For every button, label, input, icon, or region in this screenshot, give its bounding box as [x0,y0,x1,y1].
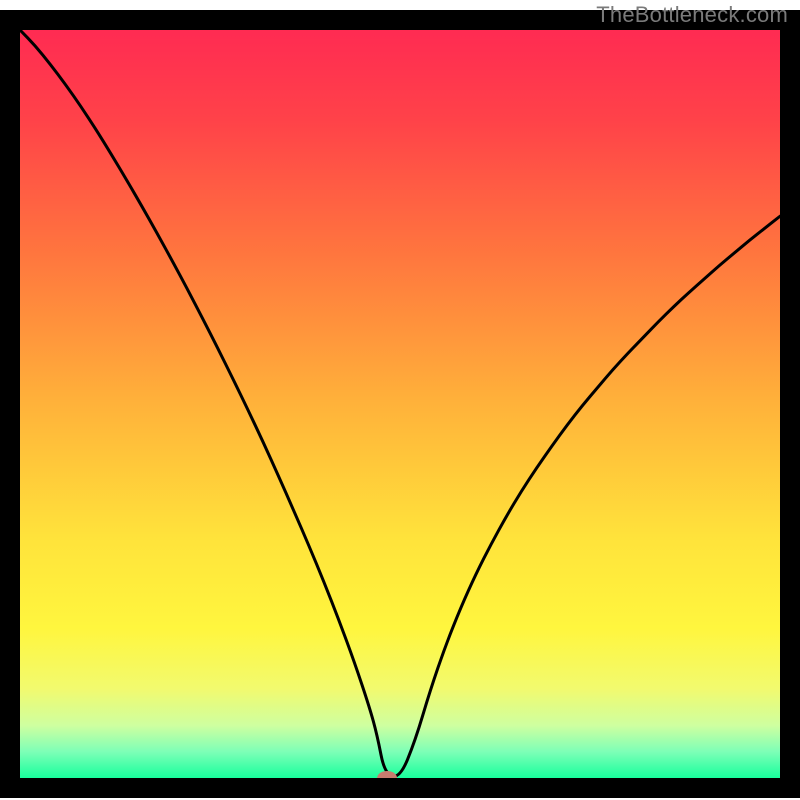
plot-background [20,30,780,778]
attribution-label: TheBottleneck.com [596,2,788,28]
bottleneck-chart: TheBottleneck.com [0,0,800,800]
chart-svg [0,0,800,800]
